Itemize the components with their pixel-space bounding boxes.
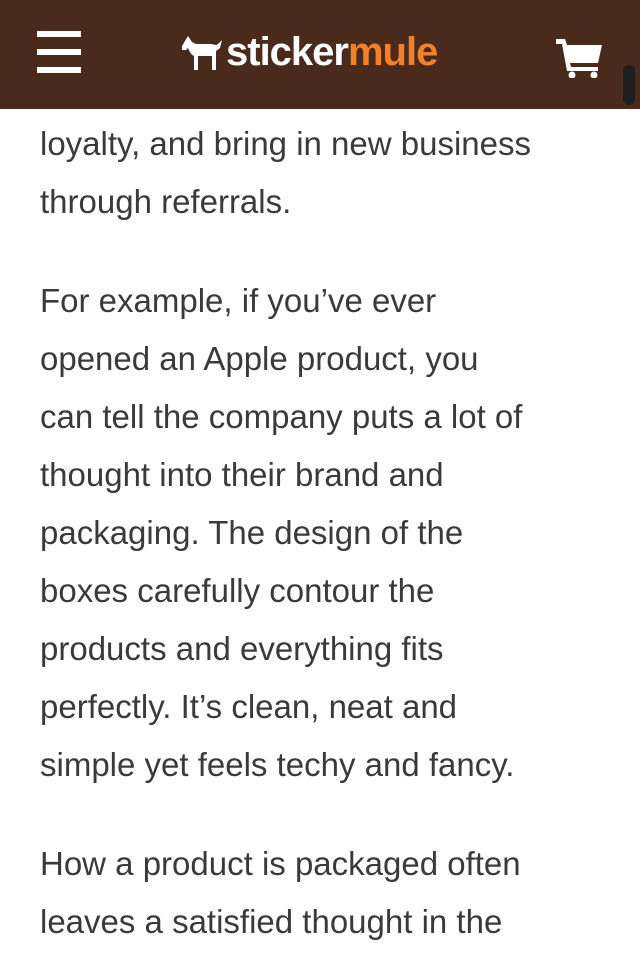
logo-text-primary: sticker <box>226 30 349 74</box>
paragraph-line: leaves a satisfied thought in the <box>40 903 503 940</box>
paragraph-line: opened an Apple product, you <box>40 340 479 377</box>
cart-button[interactable] <box>556 36 604 79</box>
mule-icon <box>182 36 222 70</box>
hamburger-menu-icon-bar <box>37 67 81 73</box>
paragraph-line: simple yet feels techy and fancy. <box>40 746 515 783</box>
paragraph-line: through referrals. <box>40 183 292 220</box>
paragraph-line: For example, if you’ve ever <box>40 282 437 319</box>
scrollbar-thumb[interactable] <box>623 65 635 105</box>
site-header: stickermule <box>0 0 640 109</box>
hamburger-menu-icon-bar <box>37 49 81 55</box>
article-body: loyalty, and bring in new business throu… <box>40 115 610 959</box>
logo-text-secondary: mule <box>347 30 438 74</box>
paragraph-line: packaging. The design of the <box>40 514 464 551</box>
paragraph-line: thought into their brand and <box>40 456 444 493</box>
hamburger-menu-icon <box>37 31 81 37</box>
paragraph-line: loyalty, and bring in new business <box>40 125 532 162</box>
paragraph-line: products and everything fits <box>40 630 444 667</box>
article-paragraph: loyalty, and bring in new business throu… <box>40 115 610 231</box>
paragraph-line: How a product is packaged often <box>40 845 521 882</box>
paragraph-line: boxes carefully contour the <box>40 572 435 609</box>
sticker-mule-logo[interactable]: stickermule <box>180 27 438 77</box>
paragraph-line: can tell the company puts a lot of <box>40 398 523 435</box>
logo-wordmark: stickermule <box>226 30 438 74</box>
article-paragraph: For example, if you’ve ever opened an Ap… <box>40 272 610 794</box>
article-paragraph: How a product is packaged often leaves a… <box>40 835 610 951</box>
paragraph-line: perfectly. It’s clean, neat and <box>40 688 458 725</box>
shopping-cart-icon <box>556 39 602 79</box>
menu-button[interactable] <box>37 31 81 73</box>
